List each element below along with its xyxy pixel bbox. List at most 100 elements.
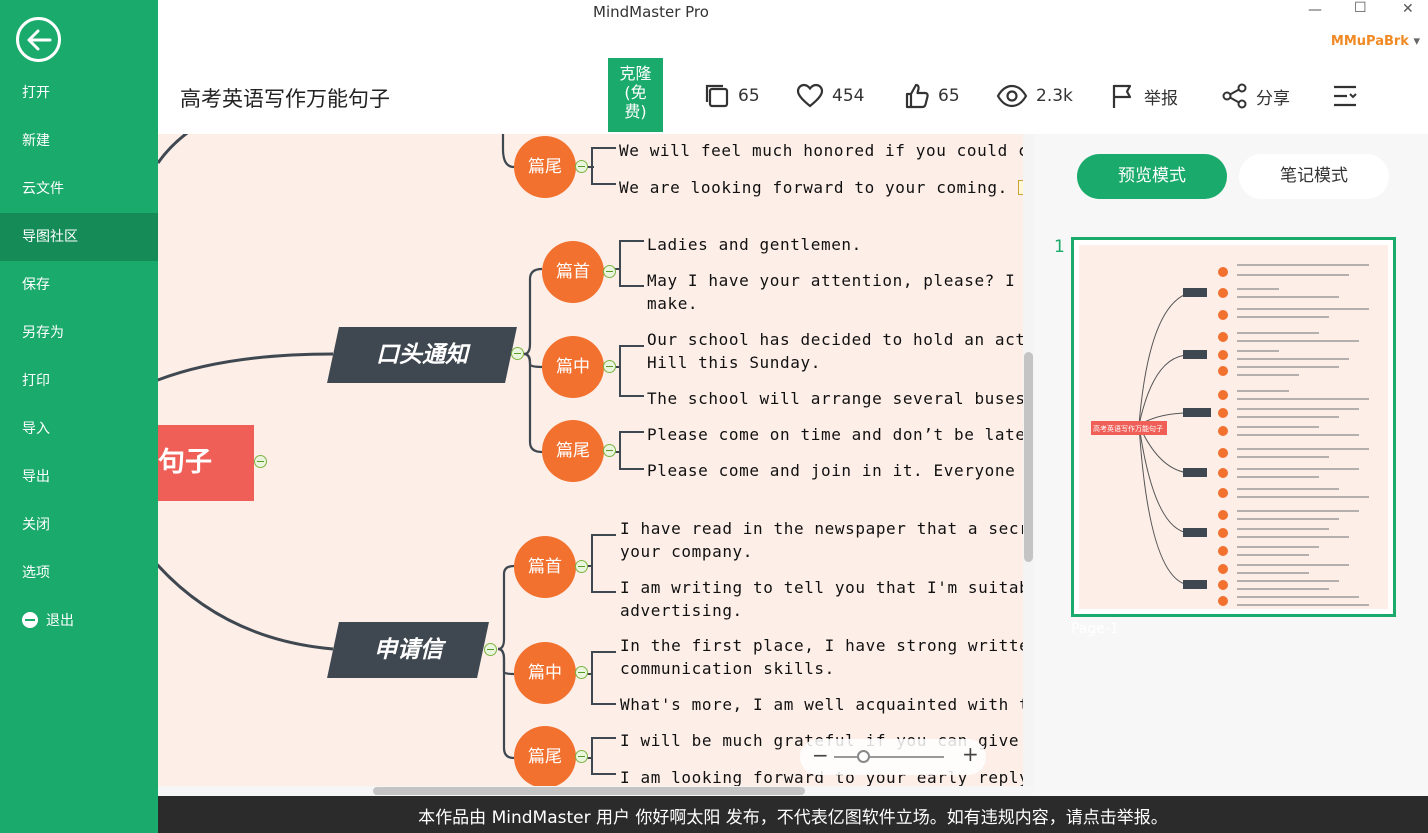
- menu-icon: [1334, 85, 1357, 107]
- more-menu-button[interactable]: [1332, 82, 1366, 110]
- copies-stat[interactable]: 65: [704, 82, 760, 110]
- thumbs-up-icon: [905, 83, 929, 109]
- text-line: I am writing to tell you that I'm suitab: [620, 578, 1023, 597]
- sidebar-item-cloud-files[interactable]: 云文件: [0, 165, 158, 213]
- user-menu[interactable]: MMuPaBrk ▾: [1331, 34, 1420, 49]
- report-button[interactable]: 举报: [1110, 82, 1178, 110]
- sidebar-item-options[interactable]: 选项: [0, 549, 158, 597]
- footer-notice[interactable]: 本作品由 MindMaster 用户 你好啊太阳 发布，不代表亿图软件立场。如有…: [158, 796, 1428, 833]
- text-node[interactable]: Ladies and gentlemen.: [647, 233, 862, 256]
- sidebar-menu: 打开 新建 云文件 导图社区 保存 另存为 打印 导入 导出 关闭 选项 退出: [0, 69, 158, 645]
- clone-button[interactable]: 克隆 (免 费): [608, 58, 663, 132]
- text-line: your company.: [620, 542, 754, 561]
- text-node[interactable]: The school will arrange several buses: [647, 387, 1023, 410]
- clone-label-line1: 克隆: [619, 64, 652, 83]
- close-button[interactable]: ✕: [1402, 1, 1414, 17]
- page-number: 1: [1054, 237, 1065, 257]
- clone-label-line2: (免: [624, 83, 647, 102]
- zoom-control: − +: [800, 739, 986, 775]
- like-stat[interactable]: 65: [904, 82, 960, 110]
- sidebar-item-label: 关闭: [22, 517, 50, 533]
- text-line: I have read in the newspaper that a secr: [620, 519, 1023, 538]
- text-node[interactable]: May I have your attention, please? I h ma…: [647, 269, 1023, 315]
- eye-icon: [996, 84, 1028, 108]
- app-title: MindMaster Pro: [593, 3, 709, 21]
- note-mode-button[interactable]: 笔记模式: [1239, 154, 1389, 199]
- clone-label-line3: 费): [624, 102, 647, 121]
- sidebar-item-label: 打印: [22, 373, 50, 389]
- sidebar-item-label: 导图社区: [22, 229, 78, 245]
- thumbnail-mindmap: 高考英语写作万能句子: [1091, 264, 1369, 606]
- sidebar-item-label: 导入: [22, 421, 50, 437]
- sidebar-item-save[interactable]: 保存: [0, 261, 158, 309]
- preview-mode-button[interactable]: 预览模式: [1077, 154, 1227, 199]
- sidebar-item-save-as[interactable]: 另存为: [0, 309, 158, 357]
- copies-count: 65: [738, 86, 760, 106]
- favorite-stat[interactable]: 454: [796, 82, 864, 110]
- right-panel: 预览模式 笔记模式 1 高考英语写作万能句子 Page-1: [1034, 134, 1428, 796]
- share-button[interactable]: 分享: [1222, 82, 1290, 110]
- zoom-in-button[interactable]: +: [962, 742, 979, 766]
- heart-icon: [796, 83, 824, 108]
- exit-icon: [22, 612, 38, 628]
- text-node-label: We are looking forward to your coming.: [619, 178, 1008, 197]
- sidebar-item-label: 导出: [22, 469, 50, 485]
- app-window: 打开 新建 云文件 导图社区 保存 另存为 打印 导入 导出 关闭 选项 退出 …: [0, 0, 1428, 833]
- vertical-scrollbar[interactable]: [1023, 134, 1034, 786]
- scrollbar-thumb[interactable]: [1024, 352, 1033, 562]
- text-node[interactable]: Please come on time and don’t be late: [647, 423, 1023, 446]
- flag-icon: [1112, 84, 1132, 108]
- maximize-button[interactable]: ☐: [1354, 0, 1367, 16]
- text-node[interactable]: What's more, I am well acquainted with t…: [620, 693, 1023, 716]
- share-icon: [1222, 83, 1247, 109]
- copy-icon: [705, 84, 729, 108]
- like-count: 65: [938, 86, 960, 106]
- text-node[interactable]: I have read in the newspaper that a secr…: [620, 517, 1023, 563]
- sidebar-item-export[interactable]: 导出: [0, 453, 158, 501]
- zoom-out-button[interactable]: −: [812, 743, 829, 767]
- scrollbar-thumb[interactable]: [373, 787, 805, 795]
- sidebar-item-new[interactable]: 新建: [0, 117, 158, 165]
- text-line: In the first place, I have strong writte…: [620, 636, 1023, 655]
- views-count: 2.3k: [1036, 86, 1073, 106]
- text-line: make.: [647, 294, 699, 313]
- zoom-slider-handle[interactable]: [857, 750, 870, 763]
- text-line: advertising.: [620, 601, 743, 620]
- horizontal-scrollbar[interactable]: [158, 786, 1034, 796]
- text-node[interactable]: In the first place, I have strong writte…: [620, 634, 1023, 680]
- thumbnail-root-label: 高考英语写作万能句子: [1093, 424, 1163, 433]
- chevron-down-icon: ▾: [1413, 34, 1420, 49]
- sidebar-item-open[interactable]: 打开: [0, 69, 158, 117]
- text-node[interactable]: We are looking forward to your coming.: [619, 176, 1023, 199]
- sidebar-item-label: 选项: [22, 565, 50, 581]
- text-node[interactable]: I am writing to tell you that I'm suitab…: [620, 576, 1023, 622]
- toolbar: 高考英语写作万能句子 克隆 (免 费) 65 454 65 2.3k 举报 分享: [158, 58, 1428, 134]
- sidebar: 打开 新建 云文件 导图社区 保存 另存为 打印 导入 导出 关闭 选项 退出: [0, 0, 158, 833]
- sidebar-item-close[interactable]: 关闭: [0, 501, 158, 549]
- user-name: MMuPaBrk: [1330, 34, 1409, 49]
- minimize-button[interactable]: —: [1308, 2, 1322, 18]
- sidebar-item-label: 保存: [22, 277, 50, 293]
- text-line: communication skills.: [620, 659, 835, 678]
- sidebar-item-exit[interactable]: 退出: [0, 597, 158, 645]
- text-node[interactable]: We will feel much honored if you could c…: [619, 139, 1023, 162]
- text-line: Hill this Sunday.: [647, 353, 821, 372]
- favorite-count: 454: [832, 86, 865, 106]
- sidebar-item-import[interactable]: 导入: [0, 405, 158, 453]
- sidebar-item-label: 云文件: [22, 181, 64, 197]
- views-stat: 2.3k: [996, 82, 1073, 110]
- sidebar-item-community[interactable]: 导图社区: [0, 213, 158, 261]
- sidebar-item-print[interactable]: 打印: [0, 357, 158, 405]
- text-node[interactable]: Our school has decided to hold an acti Hi…: [647, 328, 1023, 374]
- text-node-layer: We will feel much honored if you could c…: [158, 134, 1023, 786]
- text-line: Our school has decided to hold an acti: [647, 330, 1023, 349]
- text-node[interactable]: Please come and join in it. Everyone i: [647, 459, 1023, 482]
- title-bar: MindMaster Pro — ☐ ✕ MMuPaBrk ▾: [158, 0, 1428, 58]
- zoom-slider-track[interactable]: [834, 756, 944, 758]
- report-label: 举报: [1144, 88, 1178, 109]
- arrow-left-icon: [27, 29, 52, 51]
- sidebar-item-label: 另存为: [22, 325, 64, 341]
- page-thumbnail[interactable]: 高考英语写作万能句子: [1071, 237, 1396, 617]
- back-button[interactable]: [16, 17, 61, 62]
- thumbnail-canvas: 高考英语写作万能句子: [1079, 245, 1388, 609]
